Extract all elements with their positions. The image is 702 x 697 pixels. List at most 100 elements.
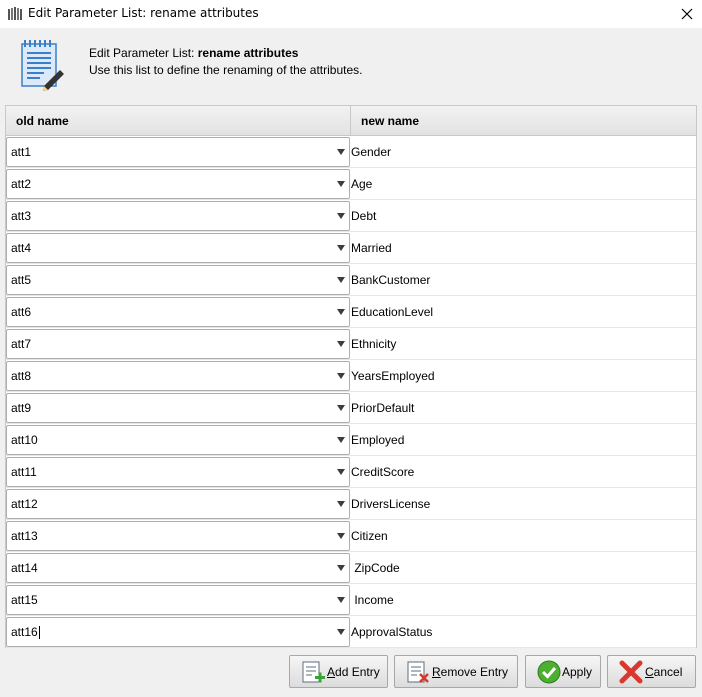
header-title-bold: rename attributes [197,46,299,60]
dropdown-arrow-icon[interactable] [337,565,345,571]
text-caret [39,626,40,639]
dropdown-arrow-icon[interactable] [337,309,345,315]
new-name-cell[interactable]: Age [351,168,372,200]
app-icon [8,7,22,20]
new-name-cell[interactable]: ApprovalStatus [351,616,432,648]
old-name-combobox[interactable]: att11 [6,457,350,487]
old-name-value: att8 [11,369,32,383]
dropdown-arrow-icon[interactable] [337,405,345,411]
old-name-value: att14 [11,561,38,575]
old-name-value: att1 [11,145,32,159]
remove-entry-button[interactable]: Remove Entry [394,655,518,688]
old-name-combobox[interactable]: att7 [6,329,350,359]
dropdown-arrow-icon[interactable] [337,501,345,507]
table-row: att10 Employed [6,424,696,456]
new-name-cell[interactable]: Ethnicity [351,328,396,360]
add-entry-icon [302,661,325,683]
add-entry-label: Add Entry [327,665,380,679]
table-header: old name new name [6,106,696,136]
dropdown-arrow-icon[interactable] [337,245,345,251]
table-row: att13 Citizen [6,520,696,552]
old-name-value: att11 [11,465,37,479]
new-name-cell[interactable]: PriorDefault [351,392,414,424]
dropdown-arrow-icon[interactable] [337,533,345,539]
table-row: att9 PriorDefault [6,392,696,424]
old-name-value: att6 [11,305,32,319]
window-title-bar: Edit Parameter List: rename attributes [0,0,702,28]
add-entry-mnemonic: A [327,665,336,679]
old-name-combobox[interactable]: att5 [6,265,350,295]
cancel-label-rest: ancel [653,665,683,679]
old-name-combobox[interactable]: att6 [6,297,350,327]
dropdown-arrow-icon[interactable] [337,149,345,155]
new-name-cell[interactable]: Citizen [351,520,388,552]
dropdown-arrow-icon[interactable] [337,469,345,475]
cancel-label: Cancel [645,665,682,679]
new-name-cell[interactable]: ZipCode [351,552,399,584]
old-name-combobox[interactable]: att15 [6,585,350,615]
cancel-button[interactable]: Cancel [607,655,696,688]
new-name-cell[interactable]: Gender [351,136,391,168]
old-name-combobox[interactable]: att13 [6,521,350,551]
old-name-value: att4 [11,241,32,255]
header-description: Use this list to define the renaming of … [89,63,363,77]
table-row: att5 BankCustomer [6,264,696,296]
header-title-prefix: Edit Parameter List: [89,46,198,60]
new-name-cell[interactable]: DriversLicense [351,488,430,520]
new-name-cell[interactable]: EducationLevel [351,296,433,328]
table-row: att15 Income [6,584,696,616]
old-name-value: att2 [11,177,32,191]
old-name-combobox[interactable]: att8 [6,361,350,391]
old-name-combobox[interactable]: att9 [6,393,350,423]
new-name-cell[interactable]: Employed [351,424,404,456]
dropdown-arrow-icon[interactable] [337,341,345,347]
close-window-button[interactable] [672,0,702,28]
close-icon [681,8,693,20]
column-header-new-name[interactable]: new name [351,106,696,135]
new-name-cell[interactable]: YearsEmployed [351,360,435,392]
document-edit-icon [21,40,64,91]
add-entry-button[interactable]: Add Entry [289,655,388,688]
old-name-combobox[interactable]: att12 [6,489,350,519]
cancel-mnemonic: C [645,665,654,679]
new-name-cell[interactable]: Debt [351,200,376,232]
remove-entry-mnemonic: R [432,665,441,679]
column-header-old-name[interactable]: old name [6,106,351,135]
old-name-value: att3 [11,209,32,223]
dropdown-arrow-icon[interactable] [337,597,345,603]
add-entry-label-rest: dd Entry [335,665,380,679]
dropdown-arrow-icon[interactable] [337,181,345,187]
old-name-combobox[interactable]: att2 [6,169,350,199]
old-name-combobox[interactable]: att10 [6,425,350,455]
old-name-combobox[interactable]: att1 [6,137,350,167]
old-name-value: att10 [11,433,38,447]
dropdown-arrow-icon[interactable] [337,277,345,283]
dropdown-arrow-icon[interactable] [337,213,345,219]
table-body: att1 Gender att2 Age att3 Debt att4 Married att5… [6,136,696,648]
table-row: att11 CreditScore [6,456,696,488]
old-name-combobox[interactable]: att3 [6,201,350,231]
new-name-cell[interactable]: CreditScore [351,456,414,488]
old-name-combobox[interactable]: att14 [6,553,350,583]
old-name-value: att7 [11,337,32,351]
window-title: Edit Parameter List: rename attributes [28,6,259,20]
table-row: att8 YearsEmployed [6,360,696,392]
dropdown-arrow-icon[interactable] [337,629,345,635]
remove-entry-icon [407,661,429,683]
new-name-cell[interactable]: Married [351,232,392,264]
new-name-cell[interactable]: Income [351,584,393,616]
old-name-combobox[interactable]: att16 [6,617,350,647]
dropdown-arrow-icon[interactable] [337,373,345,379]
cross-icon [619,660,643,684]
old-name-value: att12 [11,497,38,511]
new-name-cell[interactable]: BankCustomer [351,264,430,296]
dialog-header: Edit Parameter List: rename attributes U… [0,28,702,104]
table-row: att7 Ethnicity [6,328,696,360]
old-name-combobox[interactable]: att4 [6,233,350,263]
remove-entry-label: Remove Entry [432,665,508,679]
checkmark-icon [537,660,561,684]
table-row: att4 Married [6,232,696,264]
apply-label: Apply [562,665,593,679]
dropdown-arrow-icon[interactable] [337,437,345,443]
apply-button[interactable]: Apply [525,655,601,688]
